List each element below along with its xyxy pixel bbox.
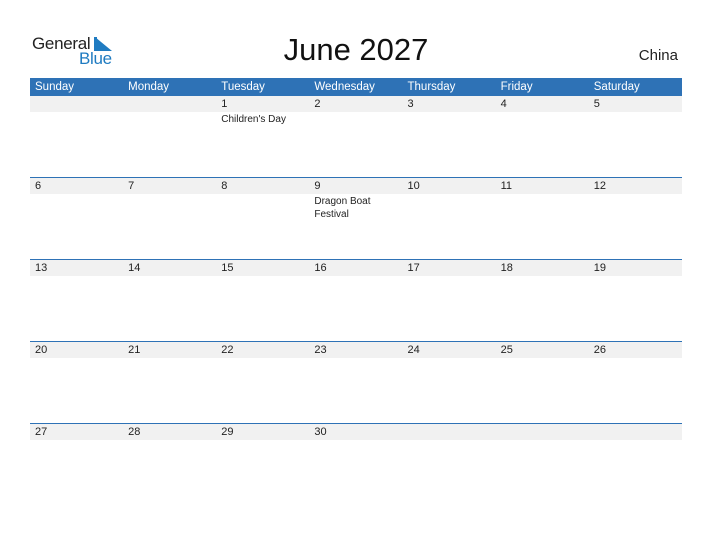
- day-cell: 3: [403, 96, 496, 126]
- day-cell: 16: [309, 260, 402, 276]
- holiday-label: Dragon Boat Festival: [314, 196, 371, 220]
- day-number: 17: [407, 262, 420, 274]
- weekday-monday: Monday: [128, 81, 170, 93]
- weekday-wednesday: Wednesday: [314, 81, 375, 93]
- day-number: 12: [593, 180, 606, 192]
- day-number: 24: [407, 344, 420, 356]
- day-number: 29: [221, 426, 234, 438]
- weekday-saturday: Saturday: [593, 81, 640, 93]
- day-number: 19: [593, 262, 606, 274]
- day-number: 20: [35, 344, 48, 356]
- day-cell: 4: [496, 96, 589, 126]
- day-number: 2: [314, 98, 321, 110]
- day-number: 8: [221, 180, 228, 192]
- country-label: China: [638, 47, 678, 64]
- day-cell: 2: [309, 96, 402, 126]
- day-cell: 23: [309, 342, 402, 358]
- day-cell: 25: [496, 342, 589, 358]
- day-number: 15: [221, 262, 234, 274]
- day-number: 25: [500, 344, 513, 356]
- day-cell: 8: [216, 178, 309, 221]
- day-cell: 5: [589, 96, 682, 126]
- day-cell: [589, 424, 682, 440]
- holiday-label: Children's Day: [221, 114, 286, 125]
- day-number: 26: [593, 344, 606, 356]
- day-cell: [123, 96, 216, 126]
- weekday-thursday: Thursday: [407, 81, 456, 93]
- day-number: 21: [128, 344, 141, 356]
- weekday-sunday: Sunday: [35, 81, 75, 93]
- week-days: 13 14 15 16 17 18 19: [30, 260, 682, 276]
- day-number: 16: [314, 262, 327, 274]
- week-row: 20 21 22 23 24 25 26: [30, 341, 682, 423]
- day-cell: 19: [589, 260, 682, 276]
- week-row: 27 28 29 30: [30, 423, 682, 505]
- day-cell: [496, 424, 589, 440]
- day-cell: 18: [496, 260, 589, 276]
- weekday-header: Sunday Monday Tuesday Wednesday Thursday…: [30, 78, 682, 96]
- day-number: 22: [221, 344, 234, 356]
- day-cell: 21: [123, 342, 216, 358]
- day-number: 4: [500, 98, 507, 110]
- day-number: 30: [314, 426, 327, 438]
- day-cell: 9 Dragon Boat Festival: [309, 178, 402, 221]
- day-cell: 11: [496, 178, 589, 221]
- weekday-tuesday: Tuesday: [221, 81, 265, 93]
- day-number: 14: [128, 262, 141, 274]
- day-number: 7: [128, 180, 135, 192]
- weekday-friday: Friday: [500, 81, 533, 93]
- day-cell: 26: [589, 342, 682, 358]
- week-days: 1 Children's Day 2 3 4 5: [30, 96, 682, 126]
- day-number: 5: [593, 98, 600, 110]
- day-number: 6: [35, 180, 42, 192]
- calendar-grid: Sunday Monday Tuesday Wednesday Thursday…: [30, 78, 682, 505]
- day-number: [501, 424, 589, 440]
- day-number: 10: [407, 180, 420, 192]
- day-number: 1: [221, 98, 228, 110]
- day-cell: 6: [30, 178, 123, 221]
- day-cell: [30, 96, 123, 126]
- day-number: 3: [407, 98, 414, 110]
- day-number: 18: [500, 262, 513, 274]
- day-cell: 12: [589, 178, 682, 221]
- day-number: 9: [314, 180, 321, 192]
- day-cell: 30: [309, 424, 402, 440]
- day-cell: 7: [123, 178, 216, 221]
- day-cell: [403, 424, 496, 440]
- week-days: 6 7 8 9 Dragon Boat Festival 10 11 12: [30, 178, 682, 221]
- day-number: 27: [35, 426, 48, 438]
- day-cell: 15: [216, 260, 309, 276]
- day-cell: 17: [403, 260, 496, 276]
- day-number: 11: [500, 180, 513, 192]
- day-cell: 20: [30, 342, 123, 358]
- day-number: 23: [314, 344, 327, 356]
- day-number: [594, 424, 682, 440]
- day-cell: 22: [216, 342, 309, 358]
- day-cell: 1 Children's Day: [216, 96, 309, 126]
- day-cell: 29: [216, 424, 309, 440]
- day-number: 13: [35, 262, 48, 274]
- day-number: [35, 96, 123, 112]
- day-cell: 10: [403, 178, 496, 221]
- day-cell: 28: [123, 424, 216, 440]
- week-days: 27 28 29 30: [30, 424, 682, 440]
- week-days: 20 21 22 23 24 25 26: [30, 342, 682, 358]
- week-row: 13 14 15 16 17 18 19: [30, 259, 682, 341]
- week-row: 6 7 8 9 Dragon Boat Festival 10 11 12: [30, 177, 682, 259]
- day-number: 28: [128, 426, 141, 438]
- day-number: [128, 96, 216, 112]
- day-cell: 24: [403, 342, 496, 358]
- day-cell: 13: [30, 260, 123, 276]
- day-cell: 27: [30, 424, 123, 440]
- calendar-title: June 2027: [283, 32, 429, 67]
- week-row: 1 Children's Day 2 3 4 5: [30, 96, 682, 177]
- day-cell: 14: [123, 260, 216, 276]
- day-number: [408, 424, 496, 440]
